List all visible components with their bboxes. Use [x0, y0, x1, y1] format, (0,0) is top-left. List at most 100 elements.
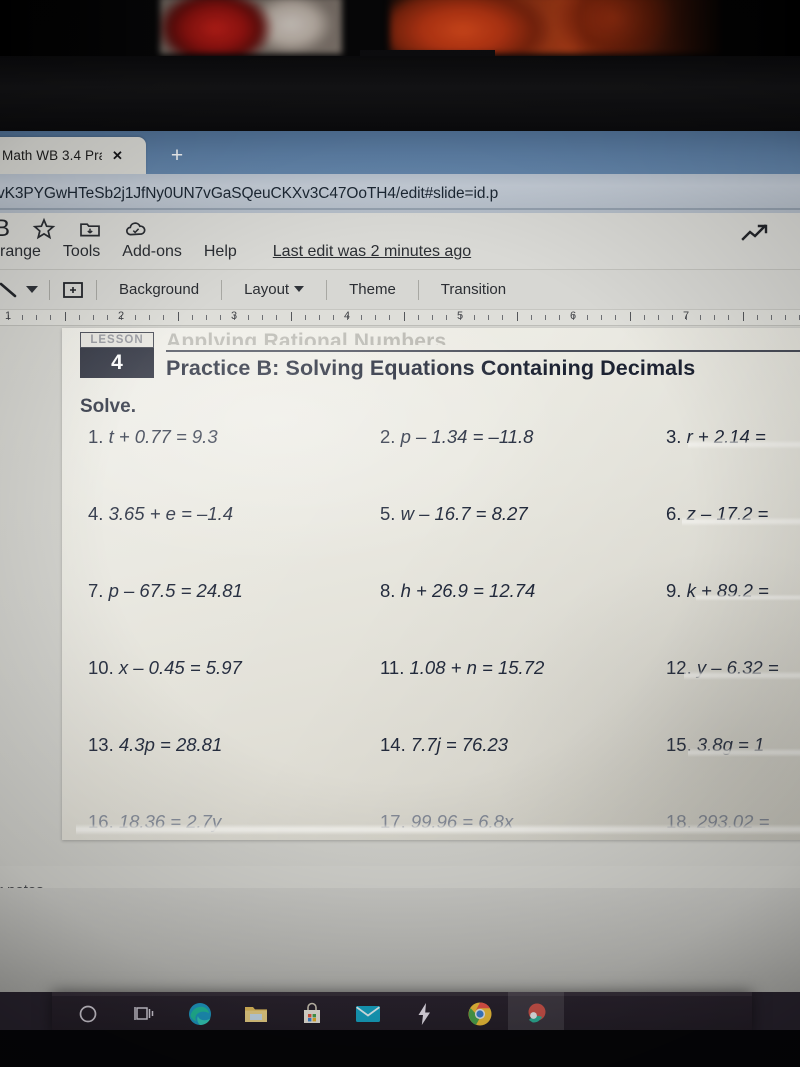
instruction-solve: Solve. [80, 396, 136, 418]
menu-item-tools[interactable]: Tools [63, 243, 100, 261]
cloud-saved-icon[interactable] [124, 217, 148, 241]
new-tab-button[interactable]: + [163, 141, 191, 169]
ruler-tick [743, 312, 744, 321]
address-bar-underline [0, 208, 800, 210]
slides-toolbar: Background Layout Theme Transition [0, 269, 800, 309]
problem-item: 6. z – 17.2 = [666, 503, 768, 525]
problem-item: 2. p – 1.34 = –11.8 [380, 426, 533, 448]
ruler-tick [276, 315, 277, 320]
address-bar[interactable]: vK3PYGwHTeSb2j1JfNy0UN7vGaSQeuCKXv3C47Oo… [0, 174, 800, 213]
ruler-tick [545, 315, 546, 320]
problem-grid: 1. t + 0.77 = 9.32. p – 1.34 = –11.83. r… [62, 426, 800, 840]
menu-item-arrange[interactable]: range [0, 243, 41, 261]
problem-item: 13. 4.3p = 28.81 [88, 734, 222, 756]
slide-content[interactable]: LESSON 4 Applying Rational Numbers Pract… [62, 328, 800, 840]
slides-menu-bar: range Tools Add-ons Help Last edit was 2… [0, 243, 471, 261]
ruler-tick [93, 315, 94, 320]
problem-row: 10. x – 0.45 = 5.97 11. 1.08 + n = 15.72 1… [62, 657, 800, 734]
ruler-number: 2 [118, 310, 124, 322]
problem-number: 14. [380, 734, 411, 755]
problem-item: 8. h + 26.9 = 12.74 [380, 580, 535, 602]
problem-equation: 3.65 + e = –1.4 [109, 503, 233, 524]
transition-button[interactable]: Transition [430, 281, 517, 298]
trending-up-icon[interactable] [738, 219, 772, 249]
ruler-tick [644, 315, 645, 320]
ruler-tick [107, 315, 108, 320]
problem-equation: t + 0.77 = 9.3 [109, 426, 218, 447]
star-icon[interactable] [32, 217, 56, 241]
ruler-tick [700, 315, 701, 320]
problem-number: 18. [666, 811, 697, 832]
problem-equation: p – 1.34 = –11.8 [401, 426, 534, 447]
menu-item-addons[interactable]: Add-ons [122, 243, 182, 261]
ruler-number: 5 [457, 310, 463, 322]
problem-number: 7. [88, 580, 109, 601]
browser-tab[interactable]: Math WB 3.4 Prac ✕ [0, 137, 146, 174]
ruler-tick [206, 315, 207, 320]
ruler-tick [22, 315, 23, 320]
problem-number: 10. [88, 657, 119, 678]
chevron-down-icon[interactable] [26, 286, 38, 293]
problem-number: 17. [380, 811, 411, 832]
ruler-number: 4 [344, 310, 350, 322]
ruler-tick [65, 312, 66, 321]
problem-number: 11. [380, 657, 409, 678]
laptop-screen-photo: Math WB 3.4 Prac ✕ + vK3PYGwHTeSb2j1JfNy… [0, 0, 800, 1067]
ruler-tick [163, 315, 164, 320]
problem-number: 16. [88, 811, 119, 832]
problem-number: 1. [88, 426, 109, 447]
problem-equation: 99.96 = 6.8x [411, 811, 513, 832]
ruler-tick [630, 312, 631, 321]
slide-canvas[interactable]: LESSON 4 Applying Rational Numbers Pract… [0, 326, 800, 866]
slides-header: B [0, 213, 800, 269]
last-edit-status[interactable]: Last edit was 2 minutes ago [273, 243, 471, 261]
toolbar-divider [49, 280, 50, 300]
ruler-tick [559, 315, 560, 320]
toolbar-divider [221, 280, 222, 300]
problem-row: 4. 3.65 + e = –1.45. w – 16.7 = 8.276. z… [62, 503, 800, 580]
ruler-tick [305, 315, 306, 320]
ruler-tick [375, 315, 376, 320]
problem-row: 7. p – 67.5 = 24.818. h + 26.9 = 12.749.… [62, 580, 800, 657]
lesson-label: LESSON [80, 332, 154, 348]
new-slide-icon[interactable] [61, 279, 85, 301]
problem-equation: x – 0.45 = 5.97 [119, 657, 242, 678]
problem-item: 18. 293.02 = [666, 811, 769, 833]
problem-equation: 293.02 = [697, 811, 770, 832]
browser-tab-strip: Math WB 3.4 Prac ✕ + [0, 131, 800, 174]
move-to-folder-icon[interactable] [78, 217, 102, 241]
ruler-tick [333, 315, 334, 320]
problem-row: 16. 18.36 = 2.7y 17. 99.96 = 6.8x 18. 293.… [62, 811, 800, 840]
problem-equation: 7.7j = 76.23 [411, 734, 508, 755]
ruler-tick [361, 315, 362, 320]
ruler-tick [50, 315, 51, 320]
problem-equation: 18.36 = 2.7y [119, 811, 221, 832]
problem-equation: h + 26.9 = 12.74 [401, 580, 536, 601]
ruler-tick [432, 315, 433, 320]
toolbar-divider [96, 280, 97, 300]
theme-button[interactable]: Theme [338, 281, 407, 298]
speaker-notes-pane[interactable]: ker notes [0, 866, 800, 888]
ruler-tick [389, 315, 390, 320]
close-icon[interactable]: ✕ [112, 149, 123, 162]
slides-title-row: B [0, 215, 148, 243]
problem-equation: 1.08 + n = 15.72 [409, 657, 544, 678]
ruler-tick [771, 315, 772, 320]
problem-equation: r + 2.14 = [687, 426, 766, 447]
horizontal-ruler[interactable]: 1234567 [0, 309, 800, 326]
browser-window: Math WB 3.4 Prac ✕ + vK3PYGwHTeSb2j1JfNy… [0, 131, 800, 888]
lesson-badge: LESSON 4 [80, 332, 154, 378]
ruler-tick [785, 315, 786, 320]
problem-item: 12. y – 6.32 = [666, 657, 779, 679]
document-title[interactable]: B [0, 215, 10, 243]
menu-item-help[interactable]: Help [204, 243, 237, 261]
background-button[interactable]: Background [108, 281, 210, 298]
line-tool-icon[interactable] [0, 279, 22, 301]
ruler-number: 7 [683, 310, 689, 322]
chevron-down-icon [294, 286, 304, 292]
problem-equation: w – 16.7 = 8.27 [401, 503, 528, 524]
ruler-tick [488, 315, 489, 320]
ruler-tick [248, 315, 249, 320]
problem-item: 9. k + 89.2 = [666, 580, 769, 602]
layout-button[interactable]: Layout [233, 281, 315, 298]
